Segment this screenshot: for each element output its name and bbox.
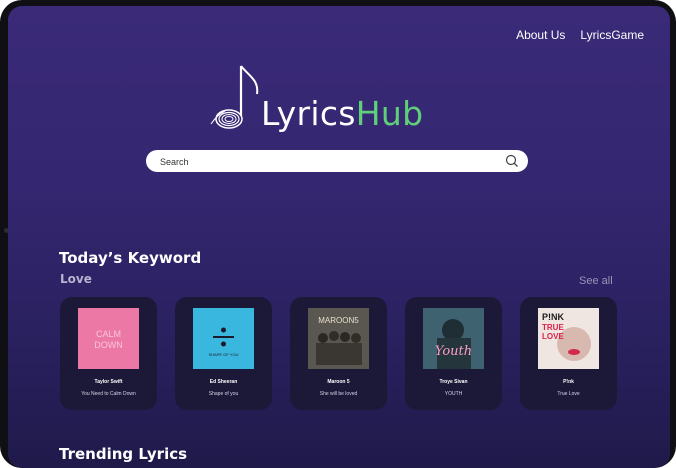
song-card[interactable]: Youth Troye Sivan YOUTH xyxy=(405,297,502,410)
music-note-logo-icon xyxy=(210,65,259,129)
logo-word-lyrics: Lyrics xyxy=(261,94,356,133)
nav-lyrics-game[interactable]: LyricsGame xyxy=(580,28,644,42)
logo-word-hub: Hub xyxy=(355,94,424,133)
album-cover: Youth xyxy=(423,308,484,369)
card-artist: P!nk xyxy=(563,379,574,385)
nav-about-us[interactable]: About Us xyxy=(516,28,565,42)
search-icon[interactable] xyxy=(504,153,520,169)
album-art-youth: Youth xyxy=(423,308,484,369)
top-nav: About Us LyricsGame xyxy=(516,28,644,42)
song-card[interactable]: P!NK TRUE LOVE P!nk True Love xyxy=(520,297,617,410)
svg-text:Youth: Youth xyxy=(435,344,472,359)
card-artist: Ed Sheeran xyxy=(209,379,238,385)
svg-text:LOVE: LOVE xyxy=(542,332,564,341)
card-artist: Maroon 5 xyxy=(327,379,350,385)
keyword-label: Love xyxy=(60,272,92,286)
song-card[interactable]: MAROON5 Maroon 5 She will be loved xyxy=(290,297,387,410)
svg-text:SHAPE OF YOU: SHAPE OF YOU xyxy=(209,352,239,357)
svg-text:MAROON5: MAROON5 xyxy=(318,316,359,325)
app-screen: About Us LyricsGame LyricsHub Search Tod… xyxy=(8,6,670,468)
see-all-link[interactable]: See all xyxy=(579,275,613,287)
svg-text:DOWN: DOWN xyxy=(94,340,123,350)
album-art-maroon5: MAROON5 xyxy=(308,308,369,369)
album-art-true-love: P!NK TRUE LOVE xyxy=(538,308,599,369)
song-card[interactable]: SHAPE OF YOU Ed Sheeran Shape of you xyxy=(175,297,272,410)
card-song: YOUTH xyxy=(444,391,463,397)
logo-wordmark: LyricsHub xyxy=(261,94,423,133)
card-song: She will be loved xyxy=(319,391,358,397)
trending-lyrics-title: Trending Lyrics xyxy=(59,445,188,463)
tablet-frame: About Us LyricsGame LyricsHub Search Tod… xyxy=(0,0,676,468)
card-artist: Troye Sivan xyxy=(439,379,468,385)
album-cover: SHAPE OF YOU xyxy=(193,308,254,369)
lyricshub-logo[interactable]: LyricsHub xyxy=(203,64,453,144)
song-card[interactable]: CALM DOWN Taylor Swift You Need to Calm … xyxy=(60,297,157,410)
keyword-cards: CALM DOWN Taylor Swift You Need to Calm … xyxy=(60,297,617,410)
search-bar xyxy=(146,150,528,172)
album-art-divide: SHAPE OF YOU xyxy=(193,308,254,369)
svg-text:TRUE: TRUE xyxy=(542,323,564,332)
card-song: True Love xyxy=(557,391,580,397)
card-artist: Taylor Swift xyxy=(94,379,123,385)
album-art-calm-down: CALM DOWN xyxy=(78,308,139,369)
album-cover: MAROON5 xyxy=(308,308,369,369)
search-input[interactable] xyxy=(158,152,492,172)
svg-text:P!NK: P!NK xyxy=(542,312,564,322)
album-cover: P!NK TRUE LOVE xyxy=(538,308,599,369)
card-song: Shape of you xyxy=(208,391,239,397)
album-cover: CALM DOWN xyxy=(78,308,139,369)
card-song: You Need to Calm Down xyxy=(81,391,136,397)
todays-keyword-title: Today’s Keyword xyxy=(59,249,202,267)
svg-text:CALM: CALM xyxy=(96,329,121,339)
